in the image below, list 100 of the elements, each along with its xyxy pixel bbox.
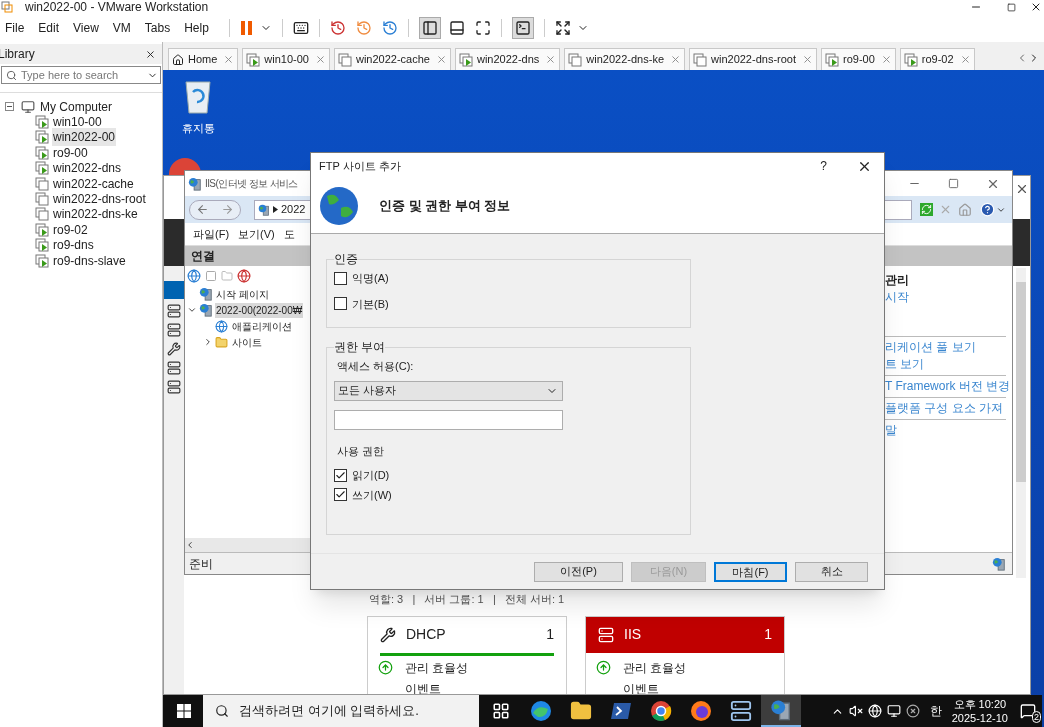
status-text: 준비 — [189, 555, 213, 573]
close-icon[interactable] — [1015, 182, 1029, 196]
console-button[interactable] — [511, 17, 534, 39]
server-globe-icon — [992, 556, 1006, 571]
arrow-up-circle-icon — [596, 660, 611, 675]
notification-count: 2 — [1032, 711, 1041, 723]
tab[interactable]: win2022-dns — [455, 48, 561, 70]
action-link[interactable]: 시작 — [885, 289, 1006, 306]
app-logo-icon — [1, 1, 13, 13]
taskbar-search-field[interactable]: 검색하려면 여기에 입력하세요. — [203, 695, 479, 727]
menu-item[interactable]: Tabs — [144, 19, 171, 37]
role-count: 1 — [546, 625, 554, 644]
server-globe-icon — [770, 699, 792, 721]
menu-item[interactable]: View — [73, 19, 99, 37]
refresh-icon[interactable] — [920, 203, 933, 216]
role-card[interactable]: DHCP 1 관리 효율성 이벤트 — [367, 615, 567, 694]
clock-icon[interactable] — [329, 20, 346, 36]
speaker-muted-icon[interactable] — [848, 704, 863, 718]
tree-item[interactable]: 애플리케이션 — [232, 318, 292, 334]
wrench-icon — [380, 626, 396, 643]
help-icon[interactable] — [980, 202, 995, 217]
computer-icon — [21, 99, 35, 114]
triangle-right-icon — [273, 206, 278, 213]
maximize-icon[interactable] — [1007, 2, 1016, 12]
keyboard-icon[interactable] — [292, 20, 309, 36]
tab[interactable]: win2022-dns-root — [689, 48, 817, 70]
server-icon[interactable] — [167, 323, 181, 337]
summary-text: 역할: 3 | 서버 그룹: 1 | 전체 서버: 1 — [369, 592, 566, 607]
monitor-icon[interactable] — [886, 704, 901, 718]
bottom-panel-icon[interactable] — [448, 20, 465, 36]
dialog-button[interactable]: 취소 — [795, 561, 868, 582]
fit-icon[interactable] — [474, 20, 491, 36]
recycle-bin-icon[interactable] — [183, 78, 213, 114]
maximize-icon[interactable] — [948, 178, 959, 189]
clock-icon[interactable] — [381, 20, 398, 36]
checkbox[interactable] — [334, 297, 347, 311]
tree-item[interactable]: 2022-00(2022-00₩ — [215, 302, 304, 318]
help-button[interactable]: ? — [820, 157, 827, 175]
checkbox[interactable] — [334, 271, 347, 285]
x-circle-icon[interactable] — [905, 704, 920, 718]
pause-icon[interactable] — [239, 20, 254, 36]
tree-item[interactable]: 시작 페이지 — [215, 286, 270, 302]
split-view-button[interactable] — [418, 17, 441, 39]
collapse-toggle[interactable] — [5, 102, 14, 112]
server-icon — [730, 700, 752, 722]
text-field[interactable] — [334, 409, 563, 430]
tab[interactable]: win10-00 — [242, 48, 330, 70]
dialog-button[interactable]: 이전(P) — [534, 561, 623, 582]
wrench-icon[interactable] — [167, 342, 181, 356]
scroll-left-icon[interactable] — [185, 540, 195, 550]
dialog-button[interactable]: 마침(F) — [714, 561, 787, 582]
server-icon — [598, 626, 614, 643]
server-icon[interactable] — [167, 380, 181, 394]
menu-item[interactable]: VM — [112, 19, 131, 37]
close-icon[interactable] — [1030, 1, 1042, 13]
server-icon[interactable] — [167, 361, 181, 375]
search-icon — [6, 69, 17, 81]
close-icon[interactable] — [145, 48, 156, 60]
server-globe-icon — [188, 176, 202, 191]
search-icon — [215, 704, 229, 718]
server-icon[interactable] — [167, 304, 181, 318]
server-globe-icon — [258, 203, 270, 216]
tab[interactable]: ro9-00 — [821, 48, 896, 70]
search-field[interactable]: Type here to search — [1, 66, 161, 84]
expand-toggle[interactable] — [187, 305, 197, 315]
clock[interactable]: 오후 10:20 2025-12-10 — [951, 697, 1008, 725]
menu-item[interactable]: 보기(V) — [238, 225, 275, 243]
checkbox[interactable] — [334, 488, 347, 502]
windows-logo-icon[interactable] — [177, 704, 191, 718]
tab[interactable]: win2022-cache — [334, 48, 451, 70]
menu-item[interactable]: Help — [184, 19, 209, 37]
terminal-icon — [610, 702, 632, 720]
terminal-icon — [514, 20, 531, 36]
tab[interactable]: win2022-dns-ke — [564, 48, 685, 70]
action-link[interactable]: 말 — [885, 422, 1006, 439]
back-icon[interactable] — [196, 203, 209, 216]
role-card[interactable]: IIS 1 관리 효율성 이벤트 — [585, 615, 785, 694]
tab[interactable]: Home — [168, 48, 239, 70]
expand-toggle[interactable] — [203, 337, 213, 347]
checkbox-label: 익명(A) — [352, 271, 389, 286]
menu-item[interactable]: File — [5, 19, 25, 37]
desktop-icon-label: 휴지통 — [181, 121, 215, 136]
action-link[interactable]: 플랫폼 구성 요소 가져 — [885, 400, 1006, 417]
action-link[interactable]: 트 보기 — [885, 356, 1006, 373]
tree-item[interactable]: My Computer — [40, 97, 113, 116]
access-dropdown[interactable]: 모든 사용자 — [334, 380, 563, 401]
ime-indicator[interactable]: 한 — [929, 702, 942, 720]
action-link[interactable]: 리케이션 풀 보기 — [885, 339, 1006, 356]
fullscreen-icon[interactable] — [554, 20, 571, 36]
checkbox[interactable] — [334, 468, 347, 482]
menu-item[interactable]: Edit — [38, 19, 60, 37]
tree-item[interactable]: win2022-00 — [52, 128, 117, 147]
tab[interactable]: ro9-02 — [899, 48, 975, 70]
menu-item[interactable]: 도 — [283, 225, 295, 243]
menu-item[interactable]: 파일(F) — [193, 225, 230, 243]
server-globe-icon — [199, 287, 213, 301]
scrollbar[interactable] — [1016, 268, 1026, 578]
dialog-title: FTP 사이트 추가 — [319, 158, 401, 174]
tree-item[interactable]: 사이트 — [232, 334, 262, 350]
group-title: 인증 — [334, 251, 358, 268]
